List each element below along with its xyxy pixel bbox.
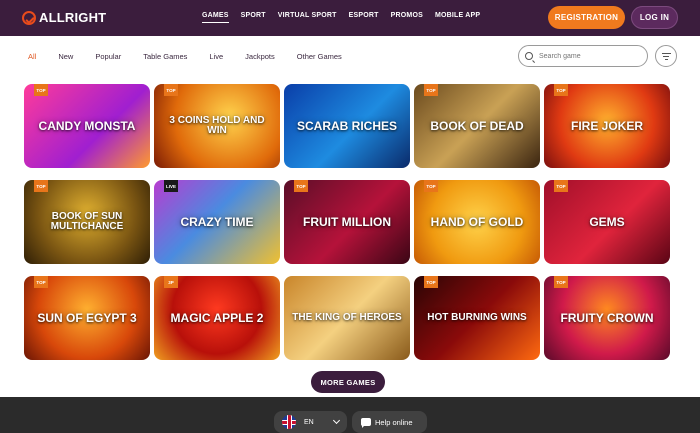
game-badge: TOP [34, 84, 48, 96]
game-title: Fruit Million [303, 214, 391, 229]
game-badge: TOP [424, 276, 438, 288]
nav-esport[interactable]: ESPORT [349, 12, 379, 23]
filter-jackpots[interactable]: Jackpots [245, 52, 275, 61]
language-selector[interactable]: EN [274, 411, 347, 433]
game-tile[interactable]: TOP Fruity Crown [544, 276, 670, 360]
game-tile[interactable]: TOP Book of Sun Multichance [24, 180, 150, 264]
top-header: ALLRIGHT GAMES SPORT VIRTUAL SPORT ESPOR… [0, 0, 700, 36]
help-online-label: Help online [375, 417, 413, 427]
filter-settings-button[interactable] [655, 45, 677, 67]
game-badge: TOP [554, 84, 568, 96]
game-title: Fruity Crown [560, 310, 654, 325]
game-tile[interactable]: Scarab Riches [284, 84, 410, 168]
game-tile[interactable]: TOP Fire Joker [544, 84, 670, 168]
chevron-down-icon [332, 416, 341, 425]
filter-live[interactable]: Live [209, 52, 223, 61]
filter-all[interactable]: All [28, 52, 36, 61]
game-badge: TOP [554, 276, 568, 288]
game-title: Crazy Time [180, 214, 254, 229]
game-tile[interactable]: The King of Heroes [284, 276, 410, 360]
game-tile[interactable]: TOP Hand of Gold [414, 180, 540, 264]
game-title: Gems [589, 214, 625, 229]
filter-table-games[interactable]: Table Games [143, 52, 187, 61]
chat-icon [361, 418, 371, 428]
games-grid: TOP Candy Monsta TOP 3 Coins Hold and Win Sc… [24, 84, 674, 360]
game-title: Magic Apple 2 [170, 310, 264, 325]
main-nav: GAMES SPORT VIRTUAL SPORT ESPORT PROMOS … [202, 12, 492, 23]
language-label: EN [304, 418, 314, 426]
search-input[interactable] [539, 52, 639, 60]
game-badge: 3P [164, 276, 178, 288]
game-badge: TOP [424, 180, 438, 192]
nav-games[interactable]: GAMES [202, 12, 229, 23]
search-box[interactable] [518, 45, 648, 67]
footer: EN Help online [0, 397, 700, 433]
game-badge: LIVE [164, 180, 178, 192]
game-tile[interactable]: TOP Hot Burning Wins [414, 276, 540, 360]
filter-other-games[interactable]: Other Games [297, 52, 342, 61]
registration-button[interactable]: REGISTRATION [548, 6, 625, 29]
game-tile[interactable]: 3P Magic Apple 2 [154, 276, 280, 360]
game-title: Fire Joker [570, 118, 643, 133]
filter-new[interactable]: New [58, 52, 73, 61]
category-filters: All New Popular Table Games Live Jackpot… [28, 52, 364, 61]
nav-mobile-app[interactable]: MOBILE APP [435, 12, 480, 23]
game-tile[interactable]: TOP Fruit Million [284, 180, 410, 264]
game-badge: TOP [34, 180, 48, 192]
nav-sport[interactable]: SPORT [241, 12, 266, 23]
filter-lines-icon [661, 52, 671, 54]
more-games-button[interactable]: MORE GAMES [311, 371, 385, 393]
game-title: Sun of Egypt 3 [37, 310, 137, 325]
game-title: Hand of Gold [430, 214, 524, 229]
game-tile[interactable]: TOP Sun of Egypt 3 [24, 276, 150, 360]
login-button[interactable]: LOG IN [631, 6, 678, 29]
game-title: The King of Heroes [292, 311, 402, 323]
logo-icon [22, 10, 36, 25]
game-tile[interactable]: TOP 3 Coins Hold and Win [154, 84, 280, 168]
game-badge: TOP [554, 180, 568, 192]
search-icon [525, 52, 533, 60]
logo-text: ALLRIGHT [39, 10, 107, 25]
game-tile[interactable]: LIVE Crazy Time [154, 180, 280, 264]
uk-flag-icon [282, 415, 296, 429]
game-title: Scarab Riches [296, 118, 397, 133]
game-title: Book of Sun Multichance [50, 210, 124, 232]
game-title: Book of Dead [430, 118, 524, 133]
allright-logo[interactable]: ALLRIGHT [22, 10, 106, 25]
game-badge: TOP [294, 180, 308, 192]
game-tile[interactable]: TOP Gems [544, 180, 670, 264]
nav-virtual-sport[interactable]: VIRTUAL SPORT [278, 12, 337, 23]
game-badge: TOP [424, 84, 438, 96]
game-tile[interactable]: TOP Candy Monsta [24, 84, 150, 168]
game-badge: TOP [34, 276, 48, 288]
game-title: 3 Coins Hold and Win [169, 114, 265, 136]
game-badge: TOP [164, 84, 178, 96]
game-title: Candy Monsta [38, 118, 136, 133]
filter-popular[interactable]: Popular [95, 52, 121, 61]
help-online-button[interactable]: Help online [352, 411, 427, 433]
nav-promos[interactable]: PROMOS [391, 12, 423, 23]
game-tile[interactable]: TOP Book of Dead [414, 84, 540, 168]
game-title: Hot Burning Wins [427, 311, 527, 323]
